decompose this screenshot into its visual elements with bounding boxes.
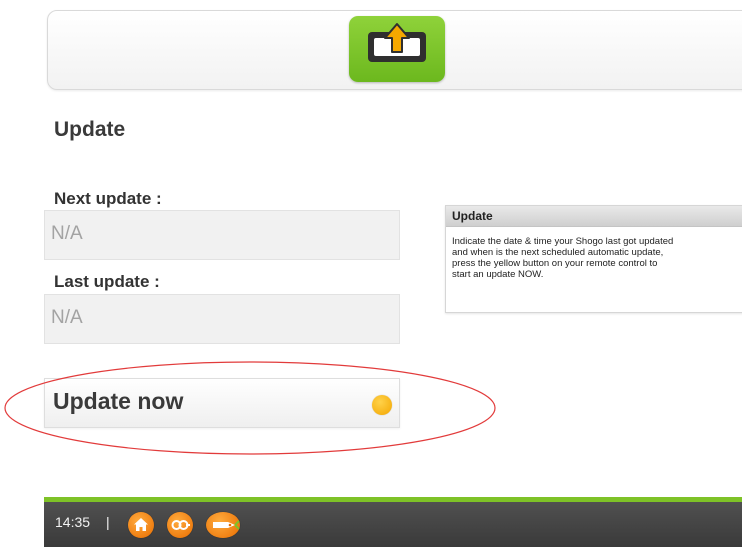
clock: 14:35	[55, 514, 91, 530]
tag-icon[interactable]	[206, 512, 240, 538]
highlight-ellipse	[4, 361, 496, 455]
help-panel-title: Update	[446, 206, 742, 227]
next-update-field: N/A	[44, 210, 400, 260]
keys-icon[interactable]	[167, 512, 193, 538]
last-update-label: Last update :	[54, 272, 160, 291]
page-title: Update	[54, 118, 126, 141]
last-update-field: N/A	[44, 294, 400, 344]
bottom-status-bar: 14:35 |	[44, 497, 742, 547]
next-update-value: N/A	[51, 223, 83, 244]
status-separator: |	[106, 514, 110, 530]
last-update-value: N/A	[51, 307, 83, 328]
update-screen: Update Next update : N/A Last update : N…	[0, 0, 742, 547]
next-update-label: Next update :	[54, 189, 162, 208]
help-panel-text: Indicate the date & time your Shogo last…	[452, 236, 674, 280]
home-icon[interactable]	[128, 512, 154, 538]
help-panel: Update Indicate the date & time your Sho…	[445, 205, 742, 313]
update-app-icon	[349, 16, 445, 82]
